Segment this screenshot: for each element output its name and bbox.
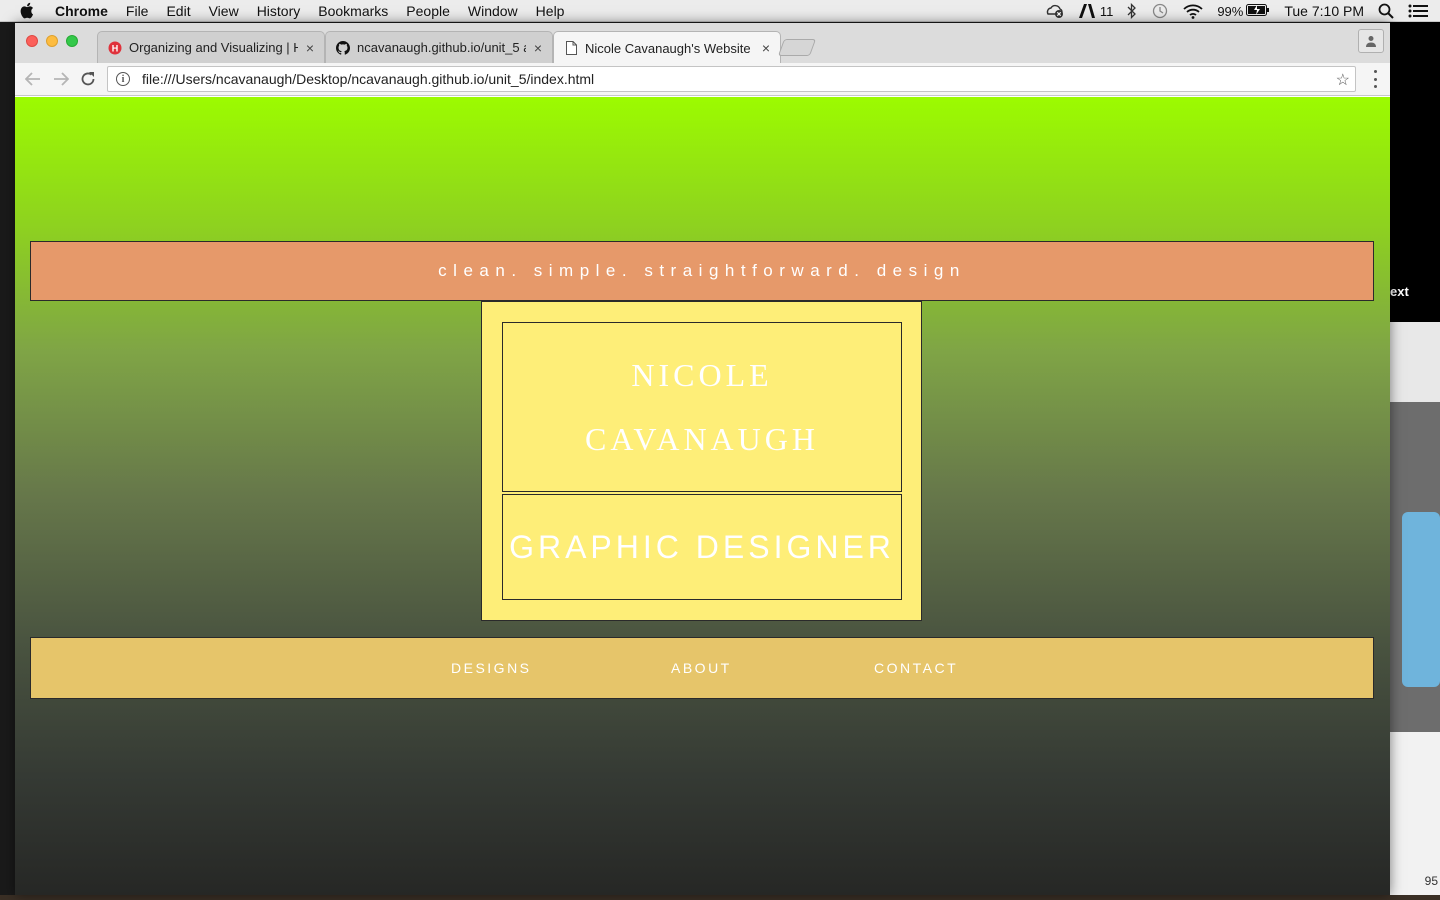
reload-icon[interactable] xyxy=(78,69,98,89)
tab-nicole-website[interactable]: Nicole Cavanaugh's Website × xyxy=(553,31,781,64)
github-icon xyxy=(336,40,350,55)
menu-file[interactable]: File xyxy=(126,3,149,19)
sync-status-icon[interactable] xyxy=(1045,3,1065,19)
tab-title: Nicole Cavanaugh's Website xyxy=(585,40,751,56)
chrome-window: H Organizing and Visualizing | H × ncava… xyxy=(15,23,1390,895)
adobe-icon[interactable]: 11 xyxy=(1078,3,1114,19)
chrome-menu-icon[interactable] xyxy=(1372,70,1378,88)
menu-bookmarks[interactable]: Bookmarks xyxy=(318,3,388,19)
battery-icon xyxy=(1246,3,1270,19)
name-last: CAVANAUGH xyxy=(585,421,819,457)
tab-organizing[interactable]: H Organizing and Visualizing | H × xyxy=(97,31,325,63)
url-text: file:///Users/ncavanaugh/Desktop/ncavana… xyxy=(142,71,595,87)
role-text: GRAPHIC DESIGNER xyxy=(509,528,895,565)
tagline-banner: clean. simple. straightforward. design xyxy=(30,241,1374,301)
battery-percent: 99% xyxy=(1217,3,1244,19)
background-number: 95 xyxy=(1424,874,1438,888)
nav-link-contact[interactable]: CONTACT xyxy=(874,660,958,676)
info-icon[interactable]: i xyxy=(116,72,130,86)
browser-toolbar: i file:///Users/ncavanaugh/Desktop/ncava… xyxy=(15,63,1390,96)
forward-arrow-icon[interactable] xyxy=(51,69,71,89)
menu-history[interactable]: History xyxy=(257,3,301,19)
name-card: NICOLE CAVANAUGH GRAPHIC DESIGNER xyxy=(481,301,922,621)
site-favicon-icon: H xyxy=(108,41,122,55)
notification-center-icon[interactable] xyxy=(1408,4,1428,18)
svg-text:H: H xyxy=(112,43,119,53)
tab-title: Organizing and Visualizing | H xyxy=(129,40,298,55)
page-content: clean. simple. straightforward. design N… xyxy=(15,97,1390,895)
window-close-button[interactable] xyxy=(26,35,38,47)
background-text: ext xyxy=(1390,284,1409,299)
window-maximize-button[interactable] xyxy=(66,35,78,47)
tab-title: ncavanaugh.github.io/unit_5 at xyxy=(357,40,526,55)
background-panel xyxy=(1390,322,1440,402)
new-tab-button[interactable] xyxy=(777,39,817,56)
apple-icon[interactable] xyxy=(19,2,37,20)
back-arrow-icon[interactable] xyxy=(23,69,43,89)
menu-people[interactable]: People xyxy=(406,3,450,19)
profile-icon[interactable] xyxy=(1358,29,1384,53)
macos-menu-bar: Chrome File Edit View History Bookmarks … xyxy=(0,0,1440,22)
clock[interactable]: Tue 7:10 PM xyxy=(1284,3,1364,19)
tab-close-icon[interactable]: × xyxy=(762,40,770,56)
tab-close-icon[interactable]: × xyxy=(306,40,314,56)
menu-chrome[interactable]: Chrome xyxy=(55,3,108,19)
menu-view[interactable]: View xyxy=(209,3,239,19)
tab-github[interactable]: ncavanaugh.github.io/unit_5 at × xyxy=(325,31,553,63)
tagline-text: clean. simple. straightforward. design xyxy=(438,261,966,280)
menu-help[interactable]: Help xyxy=(536,3,565,19)
tab-strip: H Organizing and Visualizing | H × ncava… xyxy=(15,23,1390,64)
bookmark-star-icon[interactable]: ☆ xyxy=(1336,70,1350,90)
time-machine-icon[interactable] xyxy=(1151,3,1169,19)
desktop-strip xyxy=(0,895,1440,900)
spotlight-search-icon[interactable] xyxy=(1378,3,1394,19)
page-icon xyxy=(564,41,578,55)
bluetooth-icon[interactable] xyxy=(1127,3,1137,19)
window-minimize-button[interactable] xyxy=(46,35,58,47)
nav-link-designs[interactable]: DESIGNS xyxy=(451,660,532,676)
wifi-icon[interactable] xyxy=(1183,4,1203,19)
role-box: GRAPHIC DESIGNER xyxy=(502,494,902,600)
address-bar[interactable]: i file:///Users/ncavanaugh/Desktop/ncava… xyxy=(107,66,1356,92)
battery-status[interactable]: 99% xyxy=(1217,3,1270,19)
background-window: ext 95 xyxy=(1390,22,1440,900)
folder-icon xyxy=(1402,512,1440,687)
adobe-count: 11 xyxy=(1099,3,1114,19)
tab-close-icon[interactable]: × xyxy=(534,40,542,56)
name-box: NICOLE CAVANAUGH xyxy=(502,322,902,492)
name-first: NICOLE xyxy=(631,357,773,393)
menu-window[interactable]: Window xyxy=(468,3,518,19)
site-nav: DESIGNS ABOUT CONTACT xyxy=(30,637,1374,699)
menu-edit[interactable]: Edit xyxy=(166,3,190,19)
nav-link-about[interactable]: ABOUT xyxy=(671,660,732,676)
